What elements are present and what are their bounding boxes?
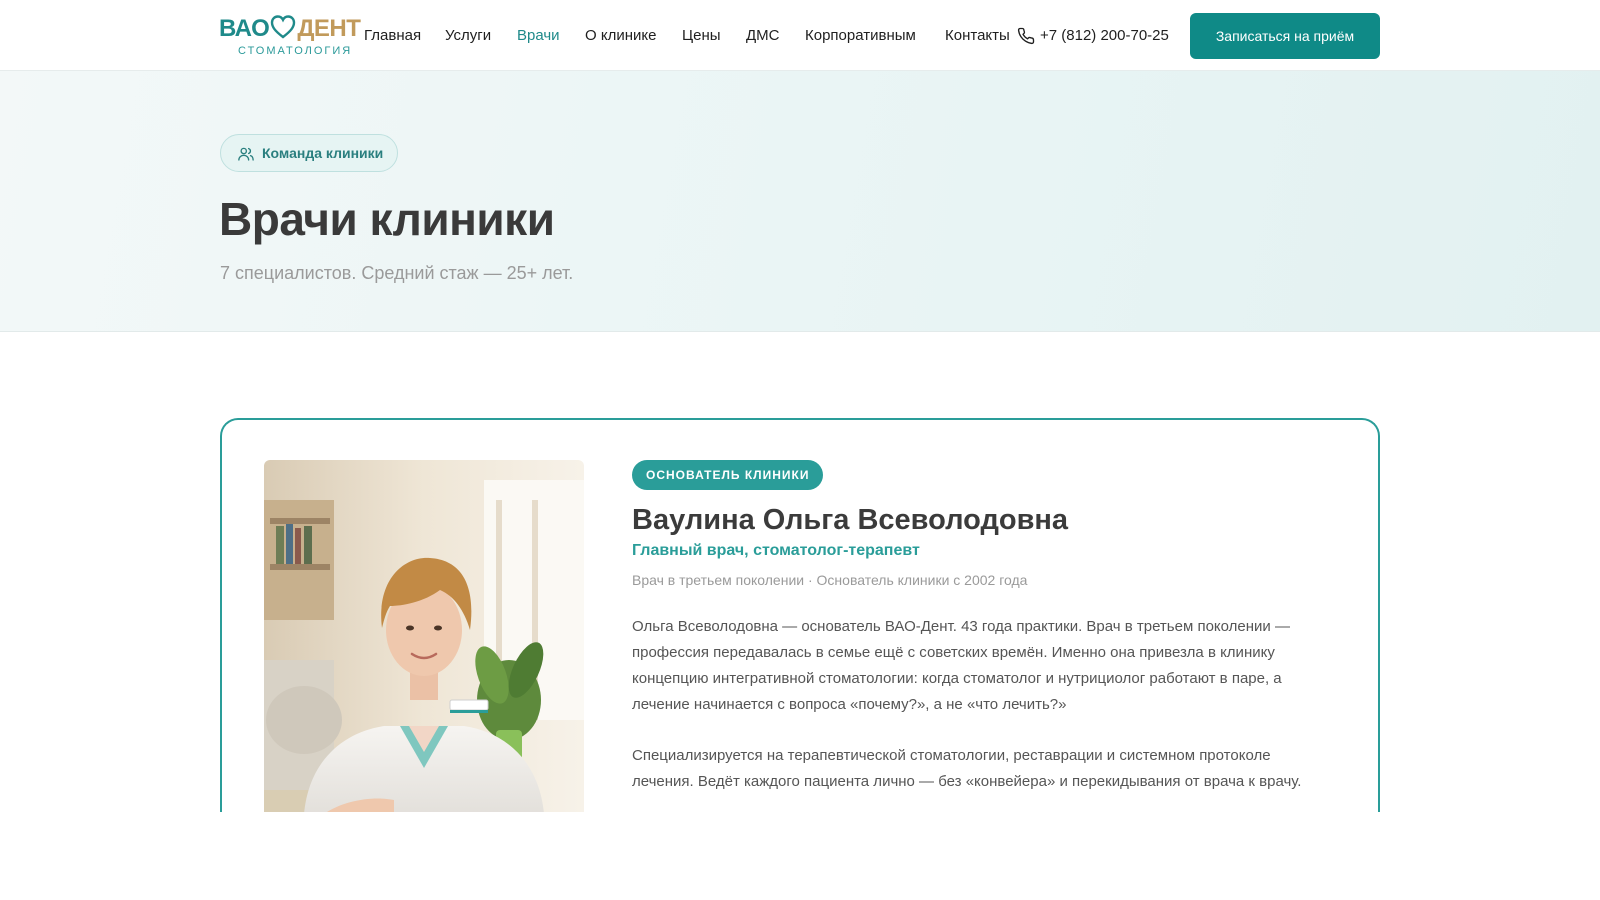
- nav-item-about[interactable]: О клинике: [585, 24, 656, 48]
- nav-item-doctors[interactable]: Врачи: [517, 24, 560, 48]
- team-badge-label: Команда клиники: [262, 145, 384, 161]
- page-title: Врачи клиники: [219, 193, 555, 245]
- viewport-bottom-mask: [0, 812, 1600, 900]
- doctor-bio-paragraph: Ольга Всеволодовна — основатель ВАО-Дент…: [632, 618, 1290, 713]
- logo-wordmark: ВАО ДЕНТ: [219, 14, 361, 44]
- nav-item-home[interactable]: Главная: [364, 24, 421, 48]
- book-appointment-button[interactable]: Записаться на приём: [1190, 13, 1380, 59]
- hero-section: Команда клиники Врачи клиники 7 специали…: [0, 71, 1600, 332]
- phone-icon: [1017, 27, 1035, 45]
- nav-item-services[interactable]: Услуги: [445, 24, 491, 48]
- phone-number: +7 (812) 200-70-25: [1040, 27, 1169, 44]
- doctor-name: Ваулина Ольга Всеволодовна: [632, 504, 1069, 536]
- logo-subtitle: СТОМАТОЛОГИЯ: [238, 45, 353, 57]
- founder-badge: ОСНОВАТЕЛЬ КЛИНИКИ: [632, 460, 824, 490]
- team-badge: Команда клиники: [220, 134, 398, 172]
- logo-text-right: ДЕНТ: [297, 15, 361, 42]
- logo-text-left: ВАО: [219, 15, 270, 42]
- users-icon: [238, 147, 254, 161]
- doctor-role: Главный врач, стоматолог-терапевт: [632, 542, 920, 559]
- doctor-meta: Врач в третьем поколении · Основатель кл…: [632, 572, 1028, 588]
- nav-item-corporate[interactable]: Корпоративным: [805, 24, 916, 48]
- page-subtitle: 7 специалистов. Средний стаж — 25+ лет.: [220, 263, 574, 283]
- heart-tooth-icon: [271, 15, 296, 39]
- nav-item-dms[interactable]: ДМС: [746, 24, 780, 48]
- site-header: ВАО ДЕНТ СТОМАТОЛОГИЯ Главная Услуги Вра…: [0, 0, 1600, 71]
- doctor-bio-paragraph: Специализируется на терапевтической стом…: [632, 747, 1302, 790]
- doctor-photo: [264, 460, 584, 814]
- nav-item-prices[interactable]: Цены: [682, 24, 721, 48]
- nav-item-contacts[interactable]: Контакты: [945, 24, 1010, 48]
- doctor-card: ОСНОВАТЕЛЬ КЛИНИКИ Ваулина Ольга Всеволо…: [220, 418, 1380, 848]
- clinic-logo[interactable]: ВАО ДЕНТ СТОМАТОЛОГИЯ: [219, 14, 361, 60]
